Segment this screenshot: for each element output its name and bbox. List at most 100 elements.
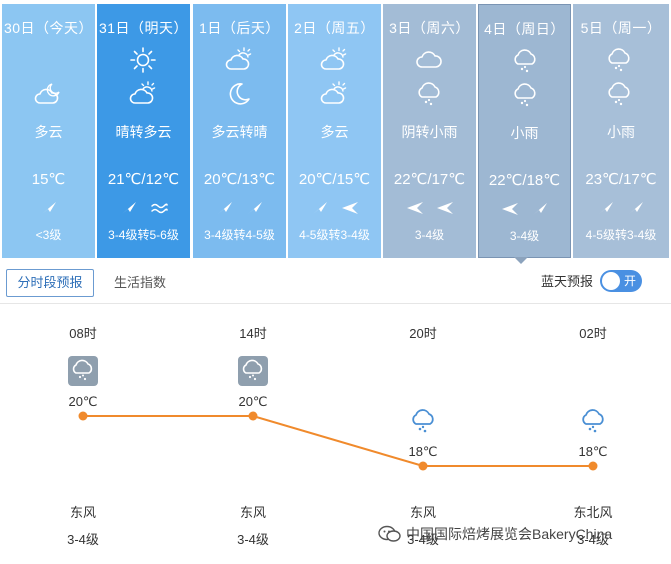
partly-cloudy-icon: [225, 46, 253, 74]
tab-hourly-forecast[interactable]: 分时段预报: [6, 269, 94, 297]
day-date: 31日（明天）: [98, 20, 189, 36]
hourly-slot: 08时 20℃ 东风 3-4级: [43, 305, 123, 564]
day-column[interactable]: 1日（后天） 多云转晴 20℃/13℃ 3-4级转4-5级: [193, 4, 286, 258]
sun-icon: [129, 46, 157, 74]
partly-cloudy-icon: [320, 46, 348, 74]
wind-arrow-ne-icon: [215, 198, 235, 218]
wind-direction-icons: [479, 198, 570, 220]
blue-sky-label: 蓝天预报: [541, 274, 594, 289]
blue-sky-toggle[interactable]: 开: [600, 270, 642, 292]
day-temp: 15℃: [31, 171, 66, 188]
hourly-temp: 20℃: [238, 394, 268, 409]
day-date: 2日（周五）: [294, 20, 375, 36]
hourly-time: 20时: [409, 326, 437, 341]
day-temp: 22℃/17℃: [393, 171, 466, 188]
rain-cloud-blue-icon: [408, 406, 438, 436]
day-desc: 晴转多云: [115, 124, 172, 140]
day-temp: 22℃/18℃: [488, 172, 561, 189]
hourly-wind-level: 3-4级: [67, 532, 99, 547]
wind-direction-icons: [97, 197, 190, 219]
day-wind-level: 3-4级转5-6级: [108, 228, 179, 242]
cloudy-moon-icon: [34, 80, 62, 108]
hourly-wind: 东风: [409, 505, 436, 520]
day-column[interactable]: 2日（周五） 多云 20℃/15℃ 4-5级转3-4级: [288, 4, 381, 258]
wind-arrow-ne-icon: [119, 198, 139, 218]
day-wind-level: 3-4级: [509, 229, 540, 243]
daily-forecast-strip: 30日（今天） 多云 15℃ <3级 31日（明天） 晴转多云 21℃/12℃ 3-4级转5-…: [0, 0, 671, 262]
watermark-text: 中国国际焙烤展览会BakeryChina: [406, 526, 613, 542]
day-temp: 20℃/15℃: [298, 171, 371, 188]
hourly-temp: 20℃: [68, 394, 98, 409]
wind-arrow-w-icon: [435, 198, 455, 218]
rain-cloud-icon: [511, 47, 539, 75]
wind-arrow-ne-icon: [39, 198, 59, 218]
wind-arrow-w-icon: [405, 198, 425, 218]
day-desc: 多云转晴: [211, 124, 268, 140]
rain-cloud-gray-icon: [238, 356, 268, 386]
day-column[interactable]: 4日（周日） 小雨 22℃/18℃ 3-4级: [478, 4, 571, 258]
wind-arrow-w-icon: [340, 198, 360, 218]
day-wind-level: 3-4级: [414, 228, 445, 242]
hourly-time: 02时: [579, 326, 607, 341]
hourly-temp: 18℃: [408, 444, 438, 459]
rain-cloud-blue-icon: [578, 406, 608, 436]
wind-arrow-ne-icon: [530, 199, 550, 219]
rain-cloud-icon: [511, 81, 539, 109]
day-date: 4日（周日）: [484, 21, 565, 37]
day-date: 3日（周六）: [389, 20, 470, 36]
hourly-slot: 14时 20℃ 东风 3-4级: [213, 305, 293, 564]
partly-cloudy-icon: [129, 80, 157, 108]
wind-direction-icons: [193, 197, 286, 219]
day-column[interactable]: 3日（周六） 阴转小雨 22℃/17℃ 3-4级: [383, 4, 476, 258]
wind-arrow-ne-icon: [245, 198, 265, 218]
temperature-line: [83, 415, 593, 467]
selected-day-caret: [514, 257, 528, 264]
day-desc: 小雨: [510, 125, 539, 141]
watermark: 中国国际焙烤展览会BakeryChina: [378, 524, 612, 544]
wind-arrow-ne-icon: [596, 198, 616, 218]
day-date: 1日（后天）: [199, 20, 280, 36]
hourly-time: 14时: [239, 326, 267, 341]
day-wind-level: 4-5级转3-4级: [585, 228, 657, 242]
hourly-wind: 东北风: [573, 505, 613, 520]
day-column[interactable]: 30日（今天） 多云 15℃ <3级: [2, 4, 95, 258]
rain-cloud-icon: [605, 80, 633, 108]
toggle-label: 开: [623, 274, 636, 288]
day-wind-level: <3级: [35, 228, 62, 242]
wechat-logo-icon: [378, 525, 401, 542]
day-date: 30日（今天）: [3, 20, 94, 36]
moon-icon: [225, 80, 253, 108]
rain-cloud-gray-icon: [68, 356, 98, 386]
hourly-temp: 18℃: [578, 444, 608, 459]
day-desc: 多云: [34, 124, 63, 140]
day-desc: 阴转小雨: [401, 124, 458, 140]
hourly-time: 08时: [69, 326, 97, 341]
wind-direction-icons: [573, 197, 669, 219]
partly-cloudy-icon: [320, 80, 348, 108]
day-temp: 21℃/12℃: [107, 171, 180, 188]
wind-waves-icon: [149, 198, 169, 218]
cloud-icon: [415, 46, 443, 74]
day-wind-level: 3-4级转4-5级: [204, 228, 275, 242]
forecast-tabs: 分时段预报 生活指数 蓝天预报 开: [0, 266, 671, 304]
day-column[interactable]: 5日（周一） 小雨 23℃/17℃ 4-5级转3-4级: [573, 4, 669, 258]
day-desc: 多云: [320, 124, 349, 140]
rain-cloud-icon: [605, 46, 633, 74]
day-date: 5日（周一）: [580, 20, 662, 36]
wind-direction-icons: [383, 197, 476, 219]
day-desc: 小雨: [607, 124, 635, 140]
wind-arrow-ne-icon: [626, 198, 646, 218]
wind-arrow-ne-icon: [310, 198, 330, 218]
wind-direction-icons: [2, 197, 95, 219]
day-temp: 20℃/13℃: [203, 171, 276, 188]
day-temp: 23℃/17℃: [585, 171, 657, 188]
tab-life-index[interactable]: 生活指数: [114, 269, 166, 297]
toggle-knob: [602, 272, 620, 290]
wind-arrow-w-icon: [500, 199, 520, 219]
wind-direction-icons: [288, 197, 381, 219]
rain-cloud-icon: [415, 80, 443, 108]
day-wind-level: 4-5级转3-4级: [299, 228, 370, 242]
hourly-wind: 东风: [69, 505, 96, 520]
day-column[interactable]: 31日（明天） 晴转多云 21℃/12℃ 3-4级转5-6级: [97, 4, 190, 258]
hourly-wind: 东风: [239, 505, 266, 520]
